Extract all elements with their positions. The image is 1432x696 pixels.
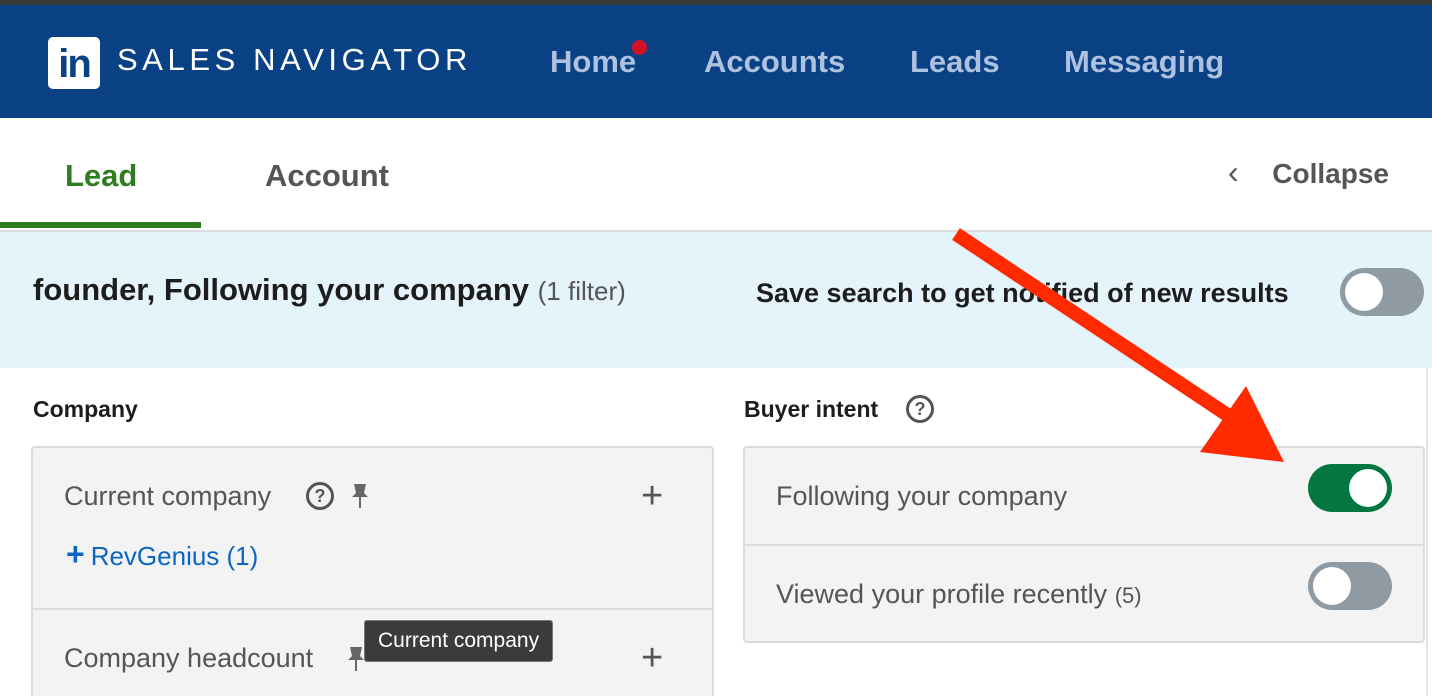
viewed-your-profile-label: Viewed your profile recently (5) [776, 579, 1142, 610]
toggle-knob [1349, 469, 1387, 507]
scroll-area-border [1426, 368, 1428, 696]
tab-lead[interactable]: Lead [65, 158, 137, 194]
brand-name: SALES NAVIGATOR [117, 42, 472, 77]
nav-accounts[interactable]: Accounts [704, 44, 845, 80]
help-icon[interactable]: ? [306, 482, 334, 510]
search-summary-banner: founder, Following your company (1 filte… [0, 232, 1432, 368]
add-current-company-button[interactable]: + [641, 477, 663, 515]
tab-account[interactable]: Account [265, 158, 389, 194]
viewed-your-profile-text: Viewed your profile recently [776, 579, 1108, 609]
selected-company-label: RevGenius (1) [90, 541, 259, 571]
search-type-tabs: Lead Account ‹ Collapse [0, 118, 1432, 232]
nav-home[interactable]: Home [550, 44, 636, 80]
notification-dot [632, 40, 647, 55]
company-headcount-label[interactable]: Company headcount [64, 643, 313, 674]
save-search-label: Save search to get notified of new resul… [756, 278, 1289, 308]
plus-icon: + [66, 536, 85, 572]
company-section-title: Company [33, 396, 138, 422]
help-icon[interactable]: ? [906, 395, 934, 423]
nav-leads[interactable]: Leads [910, 44, 1000, 80]
current-company-label[interactable]: Current company [64, 481, 271, 512]
search-query: founder, Following your company (1 filte… [33, 272, 626, 308]
pin-icon[interactable] [348, 482, 372, 515]
add-company-headcount-button[interactable]: + [641, 639, 663, 677]
chevron-left-icon[interactable]: ‹ [1228, 154, 1239, 191]
selected-company-chip[interactable]: + RevGenius (1) [66, 536, 258, 573]
following-your-company-toggle[interactable] [1308, 464, 1392, 512]
nav-messaging[interactable]: Messaging [1064, 44, 1224, 80]
search-query-text: founder, Following your company [33, 272, 530, 307]
viewed-your-profile-toggle[interactable] [1308, 562, 1392, 610]
panel-divider [745, 544, 1423, 546]
save-search-toggle[interactable] [1340, 268, 1424, 316]
filter-count: (1 filter) [537, 276, 626, 306]
viewed-your-profile-count: (5) [1114, 583, 1142, 608]
buyer-intent-section-title: Buyer intent [744, 396, 879, 422]
toggle-knob [1313, 567, 1351, 605]
collapse-button[interactable]: Collapse [1272, 158, 1389, 190]
tooltip: Current company [364, 620, 554, 662]
linkedin-logo[interactable]: in [48, 37, 100, 89]
toggle-knob [1345, 273, 1383, 311]
panel-divider [33, 608, 712, 610]
active-tab-indicator [0, 222, 201, 228]
following-your-company-label: Following your company [776, 481, 1068, 511]
